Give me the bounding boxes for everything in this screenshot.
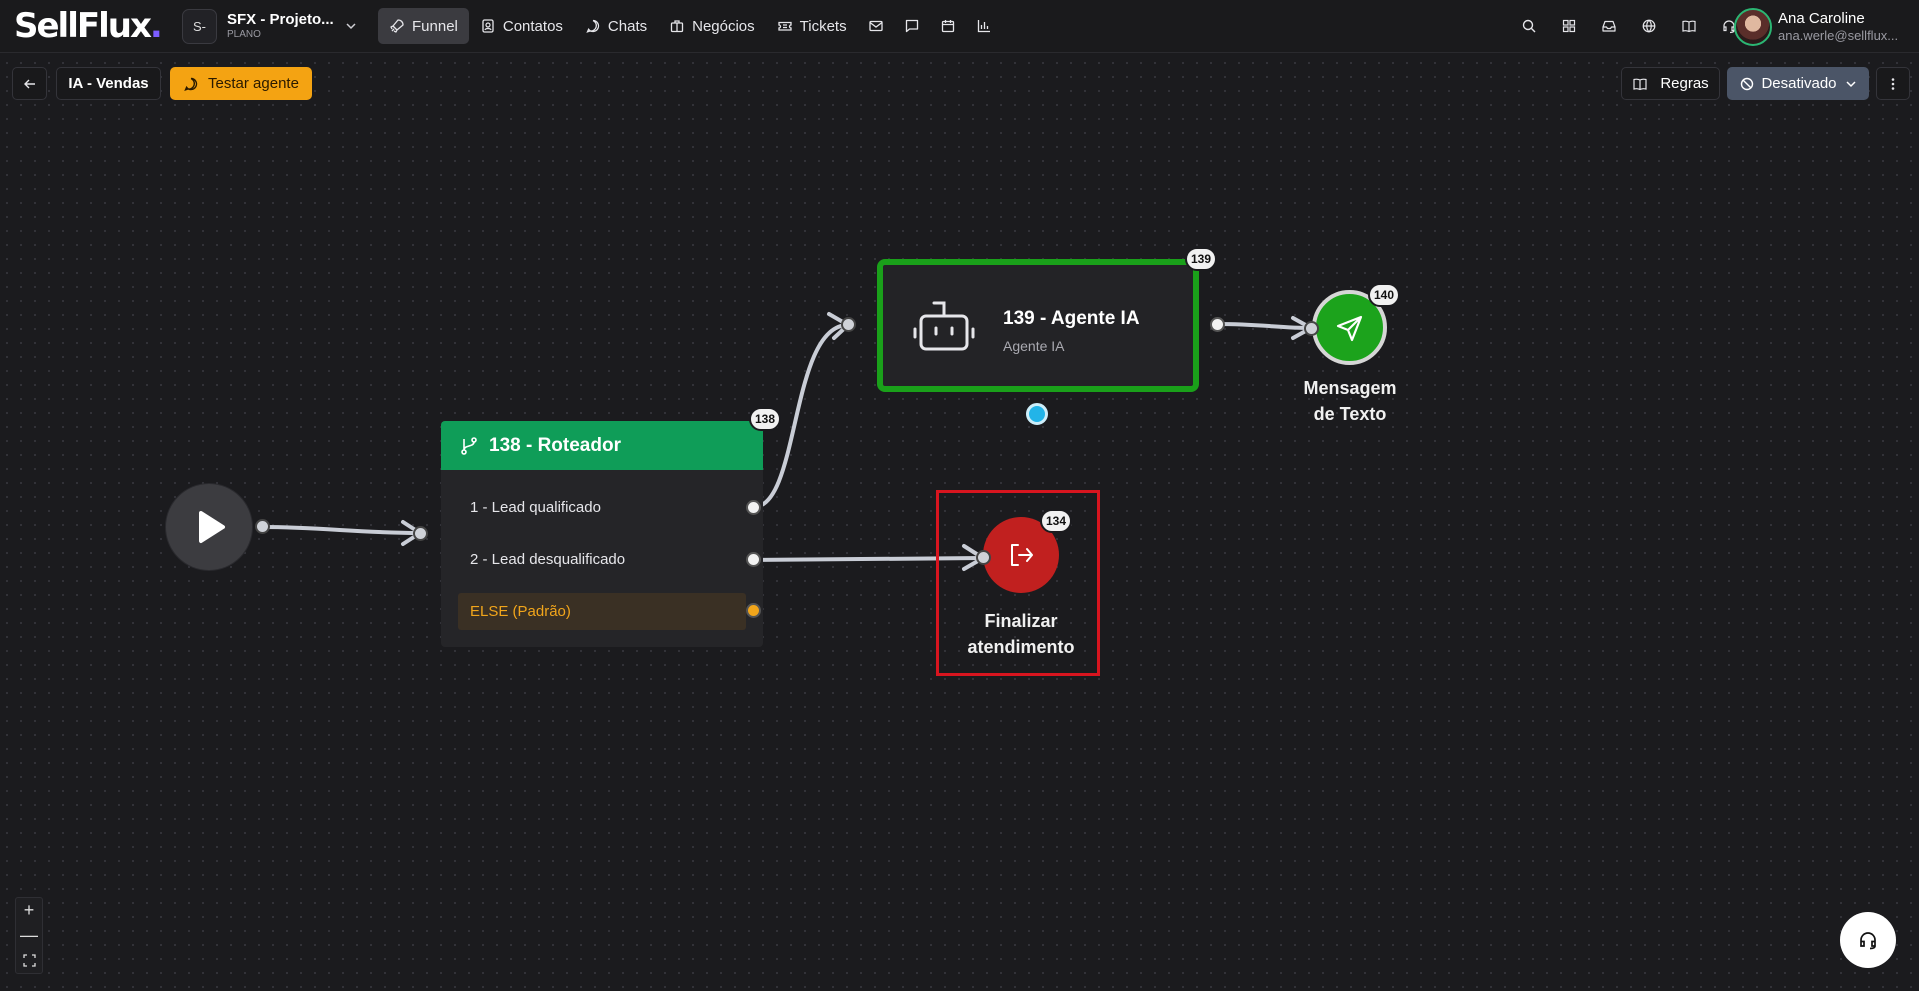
finalize-node-label: Finalizar atendimento [941,608,1101,660]
agent-subtitle: Agente IA [1003,338,1065,354]
edge-start-to-router [260,525,422,535]
route-1-output-handle[interactable] [746,500,761,515]
send-icon [1336,315,1362,341]
message-input-handle[interactable] [1304,321,1319,336]
agent-tool-handle[interactable] [1026,403,1048,425]
log-out-icon [1011,544,1033,566]
maximize-icon [22,954,36,967]
route-2-output-handle[interactable] [746,552,761,567]
agent-output-handle[interactable] [1210,317,1225,332]
play-icon [199,511,225,543]
route-else-output-handle[interactable] [746,603,761,618]
message-label-line2: de Texto [1313,404,1387,425]
start-node[interactable] [166,484,252,570]
zoom-out-button[interactable]: — [16,923,42,948]
node-id-badge: 134 [1040,509,1073,533]
finalize-label-line2: atendimento [967,637,1075,658]
route-else[interactable]: ELSE (Padrão) [458,593,746,630]
route-option-2[interactable]: 2 - Lead desqualificado [470,551,625,568]
agent-title: 139 - Agente IA [1003,308,1140,329]
route-option-1[interactable]: 1 - Lead qualificado [470,499,601,516]
message-node-label: Mensagem de Texto [1290,375,1410,427]
headset-icon [1860,932,1876,950]
node-id-badge: 139 [1185,247,1218,271]
ai-agent-node[interactable]: 139 - Agente IA Agente IA [877,259,1199,392]
node-id-badge: 140 [1368,283,1401,307]
node-id-badge: 138 [749,407,782,431]
zoom-in-button[interactable]: + [16,898,42,923]
message-label-line1: Mensagem [1303,378,1397,398]
start-output-handle[interactable] [255,519,270,534]
router-header: 138 - Roteador [441,421,763,470]
router-title: 138 - Roteador [489,434,621,456]
edge-agent-to-message [1215,322,1313,330]
router-node[interactable]: 138 - Roteador 1 - Lead qualificado 2 - … [441,421,763,647]
finalize-label-line1: Finalizar [984,611,1058,631]
finalize-input-handle[interactable] [976,550,991,565]
router-input-handle[interactable] [413,526,428,541]
bot-icon [913,301,975,351]
support-chat-button[interactable] [1840,912,1896,968]
git-branch-icon [461,436,477,455]
fit-view-button[interactable] [16,948,42,973]
zoom-controls: + — [15,897,43,974]
agent-input-handle[interactable] [841,317,856,332]
